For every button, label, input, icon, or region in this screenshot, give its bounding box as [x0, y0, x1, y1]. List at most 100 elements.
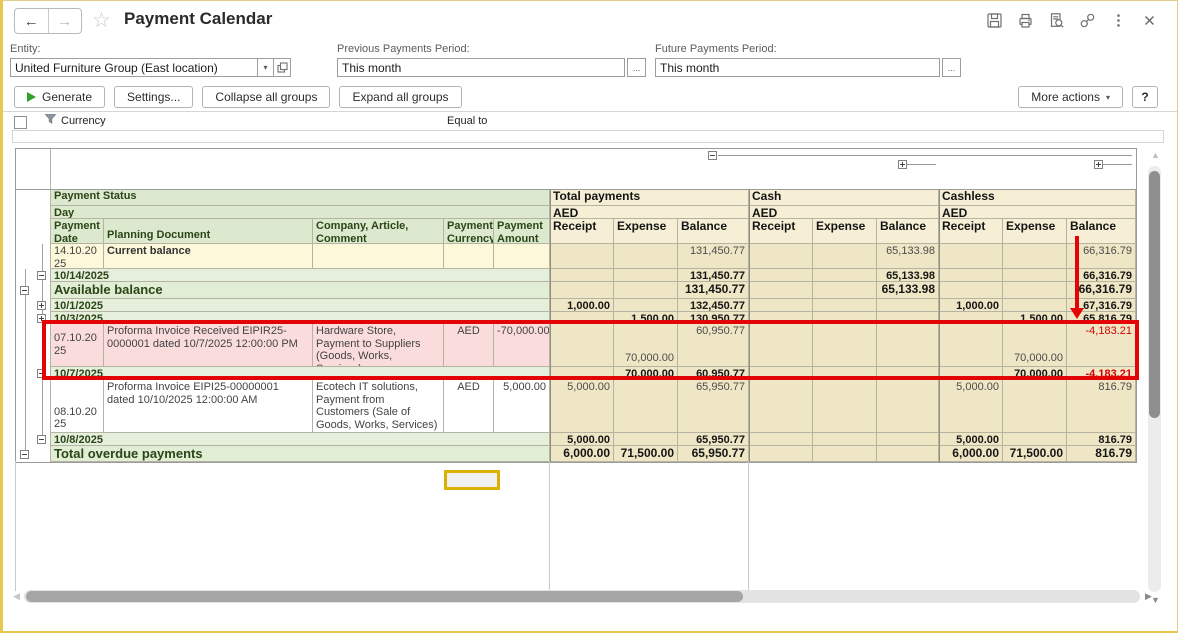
- print-button[interactable]: [1016, 11, 1034, 29]
- cell-total-expense[interactable]: 1,500.00: [614, 312, 678, 324]
- generate-button[interactable]: Generate: [14, 86, 105, 108]
- horizontal-scrollbar[interactable]: [24, 590, 1140, 603]
- cell-planning-document[interactable]: Proforma Invoice Received EIPIR25-000000…: [104, 324, 313, 367]
- cell-payment-currency[interactable]: AED: [444, 324, 494, 367]
- collapse-group-box[interactable]: [708, 151, 717, 160]
- cell-day[interactable]: 10/3/2025: [51, 312, 550, 324]
- back-button[interactable]: ←: [15, 9, 49, 33]
- cell-cashless-expense[interactable]: [1003, 244, 1067, 269]
- cell-cash-receipt[interactable]: [749, 367, 813, 380]
- cell-total-expense[interactable]: [614, 433, 678, 446]
- cell-cash-expense[interactable]: [813, 269, 877, 282]
- cell-company[interactable]: Ecotech IT solutions, Payment from Custo…: [313, 380, 444, 433]
- cell-cashless-balance[interactable]: -4,183.21: [1067, 367, 1136, 380]
- cell-cashless-receipt[interactable]: 6,000.00: [939, 446, 1003, 462]
- cell-total-expense[interactable]: [614, 269, 678, 282]
- entity-choose-button[interactable]: [273, 58, 291, 77]
- cell-payment-date[interactable]: 14.10.2025: [51, 244, 104, 269]
- help-button[interactable]: ?: [1132, 86, 1158, 108]
- cell-cashless-expense[interactable]: [1003, 269, 1067, 282]
- cell-cash-expense[interactable]: [813, 282, 877, 299]
- cell-cash-balance[interactable]: [877, 312, 939, 324]
- cell-cash-balance[interactable]: 65,133.98: [877, 282, 939, 299]
- cell-cash-balance[interactable]: [877, 433, 939, 446]
- cell-cash-receipt[interactable]: [749, 446, 813, 462]
- cell-payment-date[interactable]: 08.10.2025: [51, 380, 104, 433]
- cell-total-expense[interactable]: [614, 299, 678, 312]
- cell-total-expense[interactable]: [614, 380, 678, 433]
- cell-payment-date[interactable]: 07.10.2025: [51, 324, 104, 367]
- print-preview-button[interactable]: [1047, 11, 1065, 29]
- cell-payment-currency[interactable]: [444, 244, 494, 269]
- header-receipt[interactable]: Receipt: [749, 219, 813, 244]
- header-group-cash[interactable]: Cash: [749, 189, 939, 206]
- cell-cash-balance[interactable]: [877, 380, 939, 433]
- collapse-group-box[interactable]: [20, 286, 29, 295]
- cell-total-receipt[interactable]: 1,000.00: [550, 299, 614, 312]
- cell-planning-document[interactable]: Proforma Invoice EIPI25-00000001 dated 1…: [104, 380, 313, 433]
- cell-cash-balance[interactable]: [877, 299, 939, 312]
- expand-group-box[interactable]: [898, 160, 907, 169]
- collapse-all-groups-button[interactable]: Collapse all groups: [202, 86, 330, 108]
- cell-total-balance[interactable]: 130,950.77: [678, 312, 749, 324]
- cell-total-balance[interactable]: 60,950.77: [678, 324, 749, 367]
- cell-cash-balance[interactable]: [877, 324, 939, 367]
- filter-value-strip[interactable]: [12, 130, 1164, 143]
- cell-cashless-expense[interactable]: [1003, 282, 1067, 299]
- more-menu-button[interactable]: [1109, 11, 1127, 29]
- cell-total-receipt[interactable]: [550, 282, 614, 299]
- cell-cash-expense[interactable]: [813, 367, 877, 380]
- cell-cash-receipt[interactable]: [749, 269, 813, 282]
- cell-payment-amount[interactable]: 5,000.00: [494, 380, 550, 433]
- cell-cashless-receipt[interactable]: 5,000.00: [939, 433, 1003, 446]
- cell-cash-expense[interactable]: [813, 446, 877, 462]
- cell-total-balance[interactable]: 131,450.77: [678, 282, 749, 299]
- cell-cash-expense[interactable]: [813, 244, 877, 269]
- cell-cash-expense[interactable]: [813, 299, 877, 312]
- header-group-cashless[interactable]: Cashless: [939, 189, 1136, 206]
- cell-day[interactable]: 10/1/2025: [51, 299, 550, 312]
- cell-total-receipt[interactable]: [550, 269, 614, 282]
- cell-cashless-receipt[interactable]: [939, 324, 1003, 367]
- cell-total-balance[interactable]: 65,950.77: [678, 380, 749, 433]
- collapse-group-box[interactable]: [37, 369, 46, 378]
- cell-total-receipt[interactable]: [550, 244, 614, 269]
- expand-group-box[interactable]: [1094, 160, 1103, 169]
- cell-cashless-receipt[interactable]: [939, 367, 1003, 380]
- cell-cash-balance[interactable]: [877, 446, 939, 462]
- header-currency-total[interactable]: AED: [550, 206, 749, 219]
- close-button[interactable]: [1140, 11, 1158, 29]
- cell-total-balance[interactable]: 131,450.77: [678, 244, 749, 269]
- previous-period-browse-button[interactable]: ...: [627, 58, 646, 77]
- cell-cashless-receipt[interactable]: [939, 269, 1003, 282]
- cell-cash-receipt[interactable]: [749, 299, 813, 312]
- cell-total-expense[interactable]: [614, 282, 678, 299]
- collapse-group-box[interactable]: [37, 435, 46, 444]
- header-group-total-payments[interactable]: Total payments: [550, 189, 749, 206]
- cell-cashless-receipt[interactable]: [939, 282, 1003, 299]
- cell-group-label[interactable]: Available balance: [51, 282, 550, 299]
- header-company[interactable]: Company, Article, Comment: [313, 219, 444, 244]
- cell-cashless-expense[interactable]: [1003, 299, 1067, 312]
- cell-cashless-expense[interactable]: [1003, 380, 1067, 433]
- cell-total-receipt[interactable]: 5,000.00: [550, 433, 614, 446]
- cell-total-balance[interactable]: 60,950.77: [678, 367, 749, 380]
- header-planning-document[interactable]: Planning Document: [104, 219, 313, 244]
- cell-cashless-expense[interactable]: 70,000.00: [1003, 367, 1067, 380]
- header-receipt[interactable]: Receipt: [550, 219, 614, 244]
- header-payment-amount[interactable]: Payment Amount: [494, 219, 550, 244]
- cell-cash-expense[interactable]: [813, 324, 877, 367]
- selected-cell[interactable]: [444, 470, 500, 490]
- cell-cash-receipt[interactable]: [749, 380, 813, 433]
- cell-payment-currency[interactable]: AED: [444, 380, 494, 433]
- cell-total-receipt[interactable]: [550, 324, 614, 367]
- scroll-up-arrow[interactable]: ▲: [1151, 151, 1160, 160]
- filter-field-label[interactable]: Currency: [61, 115, 106, 127]
- cell-cash-expense[interactable]: [813, 433, 877, 446]
- cell-total-expense[interactable]: 70,000.00: [614, 367, 678, 380]
- expand-group-box[interactable]: [37, 314, 46, 323]
- header-day[interactable]: Day: [51, 206, 550, 219]
- filter-checkbox[interactable]: [14, 116, 27, 129]
- cell-cashless-receipt[interactable]: 5,000.00: [939, 380, 1003, 433]
- vertical-scrollbar-thumb[interactable]: [1149, 171, 1160, 418]
